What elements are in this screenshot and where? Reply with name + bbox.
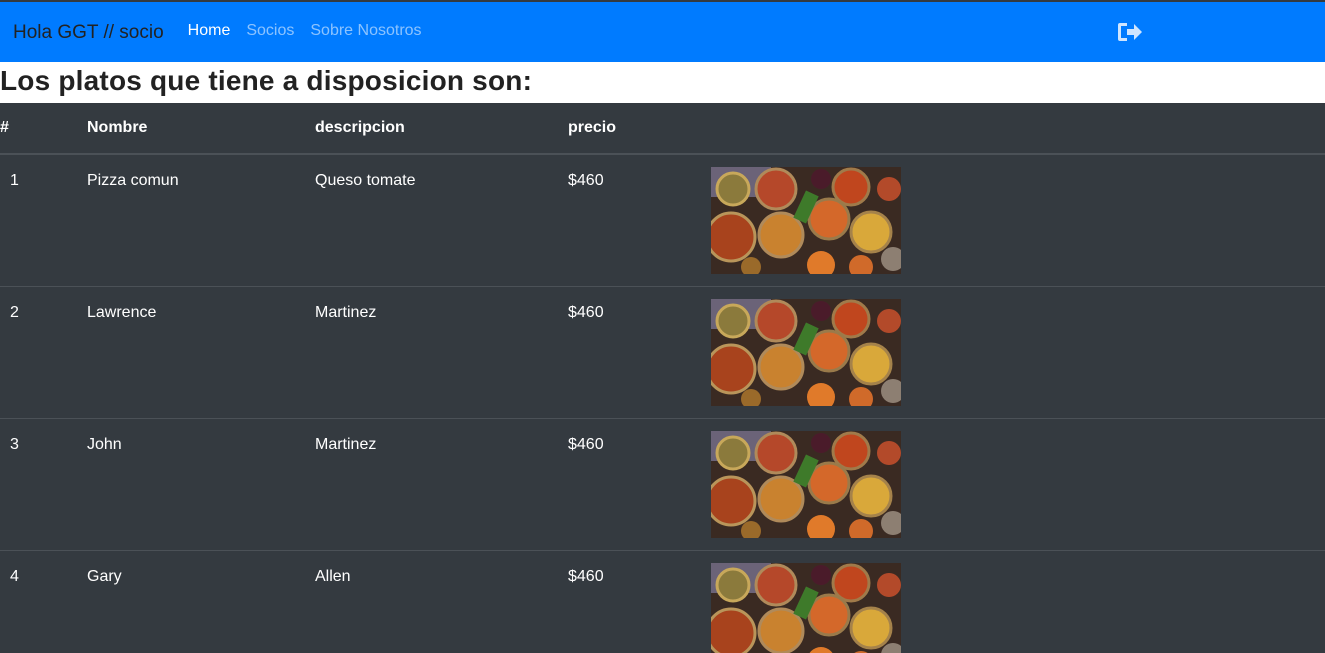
row-precio: $460 — [568, 304, 604, 321]
row-image-cell — [711, 418, 1325, 551]
food-platter-image — [711, 299, 901, 406]
row-descripcion: Martinez — [315, 304, 377, 321]
table-row: 3 John Martinez $460 — [0, 418, 1325, 551]
column-header-image — [711, 103, 1325, 155]
row-nombre: Lawrence — [87, 304, 157, 321]
row-precio-cell: $460 — [568, 550, 711, 653]
food-platter-image — [711, 563, 901, 653]
table-header-row: # Nombre descripcion precio — [0, 103, 1325, 155]
column-header-nombre: Nombre — [87, 103, 315, 155]
row-nombre-cell: Lawrence — [87, 286, 315, 419]
navbar: Hola GGT // socio Home Socios Sobre Noso… — [0, 2, 1325, 62]
food-platter-image — [711, 167, 901, 274]
page-title: Los platos que tiene a disposicion son: — [0, 65, 533, 96]
row-nombre: John — [87, 436, 122, 453]
row-number-cell: 1 — [0, 154, 87, 287]
row-precio-cell: $460 — [568, 154, 711, 287]
row-descripcion: Allen — [315, 568, 351, 585]
column-header-precio: precio — [568, 103, 711, 155]
row-nombre-cell: John — [87, 418, 315, 551]
row-precio: $460 — [568, 172, 604, 189]
row-image-cell — [711, 286, 1325, 419]
row-number: 2 — [10, 304, 19, 321]
nav-link-home[interactable]: Home — [188, 22, 231, 40]
row-precio: $460 — [568, 436, 604, 453]
row-number-cell: 2 — [0, 286, 87, 419]
dishes-table: # Nombre descripcion precio 1 Pizza comun… — [0, 103, 1325, 653]
row-descripcion-cell: Martinez — [315, 418, 568, 551]
table-row: 1 Pizza comun Queso tomate $460 — [0, 154, 1325, 287]
row-nombre: Gary — [87, 568, 122, 585]
nav-link-sobre-nosotros[interactable]: Sobre Nosotros — [310, 22, 421, 40]
nav-link-socios[interactable]: Socios — [246, 22, 294, 40]
dishes-table-container: # Nombre descripcion precio 1 Pizza comun… — [0, 103, 1325, 653]
row-descripcion-cell: Queso tomate — [315, 154, 568, 287]
sign-out-icon[interactable] — [1117, 21, 1143, 43]
row-descripcion: Martinez — [315, 436, 377, 453]
row-precio-cell: $460 — [568, 286, 711, 419]
row-number: 4 — [10, 568, 19, 585]
row-image-cell — [711, 550, 1325, 653]
row-descripcion: Queso tomate — [315, 172, 416, 189]
table-row: 2 Lawrence Martinez $460 — [0, 286, 1325, 419]
column-header-descripcion: descripcion — [315, 103, 568, 155]
table-row: 4 Gary Allen $460 — [0, 550, 1325, 653]
row-number-cell: 4 — [0, 550, 87, 653]
row-nombre: Pizza comun — [87, 172, 179, 189]
column-header-number: # — [0, 103, 87, 155]
navbar-brand[interactable]: Hola GGT // socio — [13, 22, 164, 44]
row-number: 1 — [10, 172, 19, 189]
row-descripcion-cell: Allen — [315, 550, 568, 653]
row-nombre-cell: Pizza comun — [87, 154, 315, 287]
row-number-cell: 3 — [0, 418, 87, 551]
row-precio: $460 — [568, 568, 604, 585]
row-nombre-cell: Gary — [87, 550, 315, 653]
row-number: 3 — [10, 436, 19, 453]
row-image-cell — [711, 154, 1325, 287]
row-precio-cell: $460 — [568, 418, 711, 551]
food-platter-image — [711, 431, 901, 538]
row-descripcion-cell: Martinez — [315, 286, 568, 419]
